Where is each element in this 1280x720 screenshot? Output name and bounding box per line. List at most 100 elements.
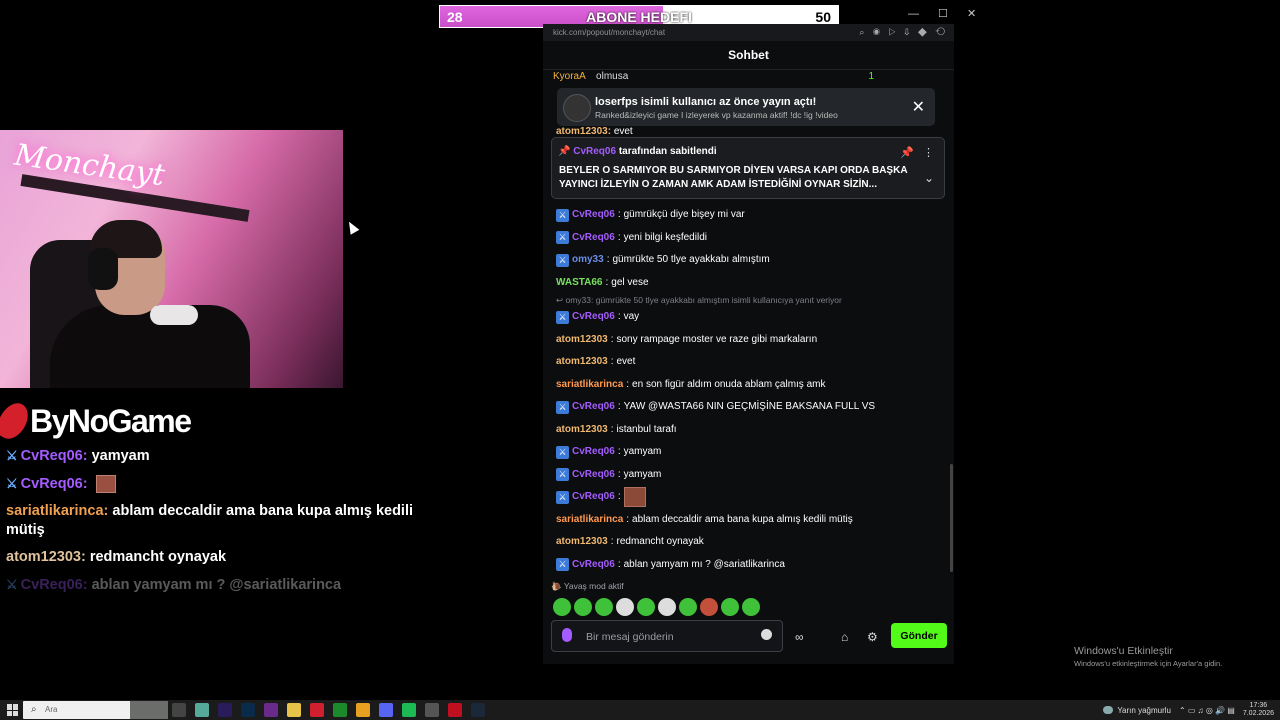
chat-username[interactable]: atom12303 bbox=[556, 332, 608, 348]
chat-username[interactable]: CvReq06 bbox=[572, 489, 615, 505]
overlay-chat-text: redmancht oynayak bbox=[89, 549, 227, 565]
pinned-actions[interactable]: 📌 ⋮ bbox=[900, 146, 934, 159]
chat-message[interactable]: ⚔ CvReq06: ablan yamyam mı ? @sariatlikari… bbox=[556, 554, 936, 577]
browser-extension-icons[interactable]: ⌕ ◉ ▷ ⇩ ◆ ⟲ bbox=[859, 24, 948, 41]
chat-username[interactable]: atom12303 bbox=[556, 534, 608, 550]
chat-message[interactable]: WASTA66: gel vese bbox=[556, 272, 936, 295]
chat-message[interactable]: sariatlikarinca: en son figür aldım onuda… bbox=[556, 374, 936, 397]
overlay-chat-line: ⚔ CvReq06: yamyam bbox=[6, 446, 426, 466]
sword-badge-icon: ⚔ bbox=[556, 468, 569, 482]
gear-icon[interactable]: ⚙ bbox=[867, 630, 878, 644]
pinned-by-user[interactable]: CvReq06 bbox=[573, 146, 616, 157]
emote-icon[interactable] bbox=[616, 598, 634, 616]
windows-start-icon[interactable] bbox=[7, 704, 19, 716]
chat-message[interactable]: ⚔ CvReq06: gümrükçü diye bişey mi var bbox=[556, 204, 936, 227]
chat-username[interactable]: CvReq06 bbox=[572, 230, 615, 246]
leaderboard-user2: olmusa bbox=[596, 71, 629, 82]
chat-message[interactable]: ⚔ CvReq06: yamyam bbox=[556, 464, 936, 487]
unpin-icon[interactable]: 📌 bbox=[900, 147, 914, 159]
sword-badge-icon: ⚔ bbox=[556, 445, 569, 459]
chat-message[interactable]: ⚔ omy33: gümrükte 50 tlye ayakkabı almıştı… bbox=[556, 249, 936, 272]
message-input-box[interactable] bbox=[551, 620, 783, 652]
emote-icon[interactable] bbox=[742, 598, 760, 616]
chat-message[interactable]: atom12303: evet bbox=[556, 351, 936, 374]
emote-icon[interactable] bbox=[574, 598, 592, 616]
chat-text: gel vese bbox=[611, 276, 649, 288]
chat-username[interactable]: omy33 bbox=[572, 252, 604, 268]
chat-message[interactable]: atom12303: redmancht oynayak bbox=[556, 531, 936, 554]
app-icon[interactable] bbox=[264, 703, 278, 717]
clock[interactable]: 17:36 7.02.2026 bbox=[1243, 702, 1274, 718]
chat-username[interactable]: CvReq06 bbox=[572, 467, 615, 483]
discord-icon[interactable] bbox=[379, 703, 393, 717]
sword-badge-icon: ⚔ bbox=[556, 310, 569, 324]
weather-widget[interactable]: Yarın yağmurlu bbox=[1103, 706, 1171, 715]
photoshop-icon[interactable] bbox=[241, 703, 255, 717]
chat-message[interactable]: ⚔ CvReq06: yamyam bbox=[556, 441, 936, 464]
emote-icon[interactable] bbox=[658, 598, 676, 616]
chat-username[interactable]: atom12303 bbox=[556, 422, 608, 438]
search-highlight-image bbox=[130, 701, 168, 719]
sword-badge-icon: ⚔ bbox=[556, 400, 569, 414]
tray-icons[interactable]: ⌃ ▭ ♫ ◎ 🔊 ▤ bbox=[1179, 706, 1235, 715]
reply-context[interactable]: ↩ omy33: gümrükte 50 tlye ayakkabı almış… bbox=[556, 294, 936, 306]
file-explorer-icon[interactable] bbox=[287, 703, 301, 717]
steam-icon[interactable] bbox=[471, 703, 485, 717]
sword-badge-icon: ⚔ bbox=[556, 208, 569, 222]
slow-mode-text: Yavaş mod aktif bbox=[563, 581, 624, 591]
chat-scrollbar[interactable] bbox=[950, 464, 953, 572]
chat-username[interactable]: CvReq06 bbox=[572, 309, 615, 325]
pinned-message[interactable]: 📌 CvReq06 tarafından sabitlendi 📌 ⋮ BEYL… bbox=[551, 137, 945, 199]
overlay-chat-user: CvReq06: bbox=[20, 577, 88, 593]
premiere-icon[interactable] bbox=[218, 703, 232, 717]
emote-icon[interactable] bbox=[721, 598, 739, 616]
partial-message: atom12303: evet bbox=[556, 126, 633, 137]
obs-icon[interactable] bbox=[425, 703, 439, 717]
url-bar[interactable]: kick.com/popout/monchayt/chat ⌕ ◉ ▷ ⇩ ◆ … bbox=[543, 24, 954, 41]
chat-username[interactable]: atom12303 bbox=[556, 354, 608, 370]
chat-text: en son figür aldım onuda ablam çalmış am… bbox=[632, 378, 826, 390]
message-input[interactable] bbox=[584, 626, 748, 648]
chat-message[interactable]: ⚔ CvReq06: vay bbox=[556, 306, 936, 329]
app-icon[interactable] bbox=[195, 703, 209, 717]
chrome-icon[interactable] bbox=[356, 703, 370, 717]
chat-username[interactable]: CvReq06 bbox=[572, 399, 615, 415]
opera-icon[interactable] bbox=[310, 703, 324, 717]
store-icon[interactable]: ⌂ bbox=[841, 630, 848, 644]
chat-username[interactable]: sariatlikarinca bbox=[556, 377, 623, 393]
chat-message[interactable]: ⚔ CvReq06: bbox=[556, 486, 936, 509]
mic-icon[interactable] bbox=[562, 628, 572, 642]
emote-icon[interactable] bbox=[700, 598, 718, 616]
chat-username[interactable]: sariatlikarinca bbox=[556, 512, 623, 528]
chat-message[interactable]: ⚔ CvReq06: yeni bilgi keşfedildi bbox=[556, 227, 936, 250]
subscriber-goal-target: 50 bbox=[815, 9, 831, 25]
chat-message[interactable]: atom12303: istanbul tarafı bbox=[556, 419, 936, 442]
xbox-icon[interactable] bbox=[333, 703, 347, 717]
task-view-icon[interactable] bbox=[172, 703, 186, 717]
channel-points-icon[interactable]: ∞ bbox=[795, 630, 804, 644]
chat-message[interactable]: ⚔ CvReq06: YAW @WASTA66 NIN GEÇMİŞİNE BAKS… bbox=[556, 396, 936, 419]
chat-username[interactable]: CvReq06 bbox=[572, 557, 615, 573]
emoji-icon[interactable] bbox=[761, 629, 772, 640]
chat-message[interactable]: sariatlikarinca: ablam deccaldir ama bana… bbox=[556, 509, 936, 532]
cloud-icon bbox=[1103, 706, 1114, 714]
send-button[interactable]: Gönder bbox=[891, 623, 947, 648]
search-icon: ⌕ bbox=[31, 704, 37, 715]
host-notification[interactable]: loserfps isimli kullanıcı az önce yayın … bbox=[557, 88, 935, 126]
chat-message[interactable]: atom12303: sony rampage moster ve raze gi… bbox=[556, 329, 936, 352]
emote-icon[interactable] bbox=[679, 598, 697, 616]
chat-text: gümrükte 50 tlye ayakkabı almıştım bbox=[612, 254, 770, 266]
chat-username[interactable]: WASTA66 bbox=[556, 275, 603, 291]
spotify-icon[interactable] bbox=[402, 703, 416, 717]
opera-gx-icon[interactable] bbox=[448, 703, 462, 717]
emote-icon[interactable] bbox=[595, 598, 613, 616]
more-icon[interactable]: ⋮ bbox=[923, 147, 934, 159]
taskbar-search[interactable]: ⌕ Ara bbox=[23, 701, 168, 719]
close-icon[interactable]: ✕ bbox=[912, 97, 925, 117]
chevron-down-icon[interactable]: ⌄ bbox=[924, 171, 934, 185]
emote-icon[interactable] bbox=[637, 598, 655, 616]
chat-username[interactable]: CvReq06 bbox=[572, 207, 615, 223]
window-controls[interactable]: — ☐ ✕ bbox=[908, 7, 984, 20]
chat-username[interactable]: CvReq06 bbox=[572, 444, 615, 460]
emote-icon[interactable] bbox=[553, 598, 571, 616]
